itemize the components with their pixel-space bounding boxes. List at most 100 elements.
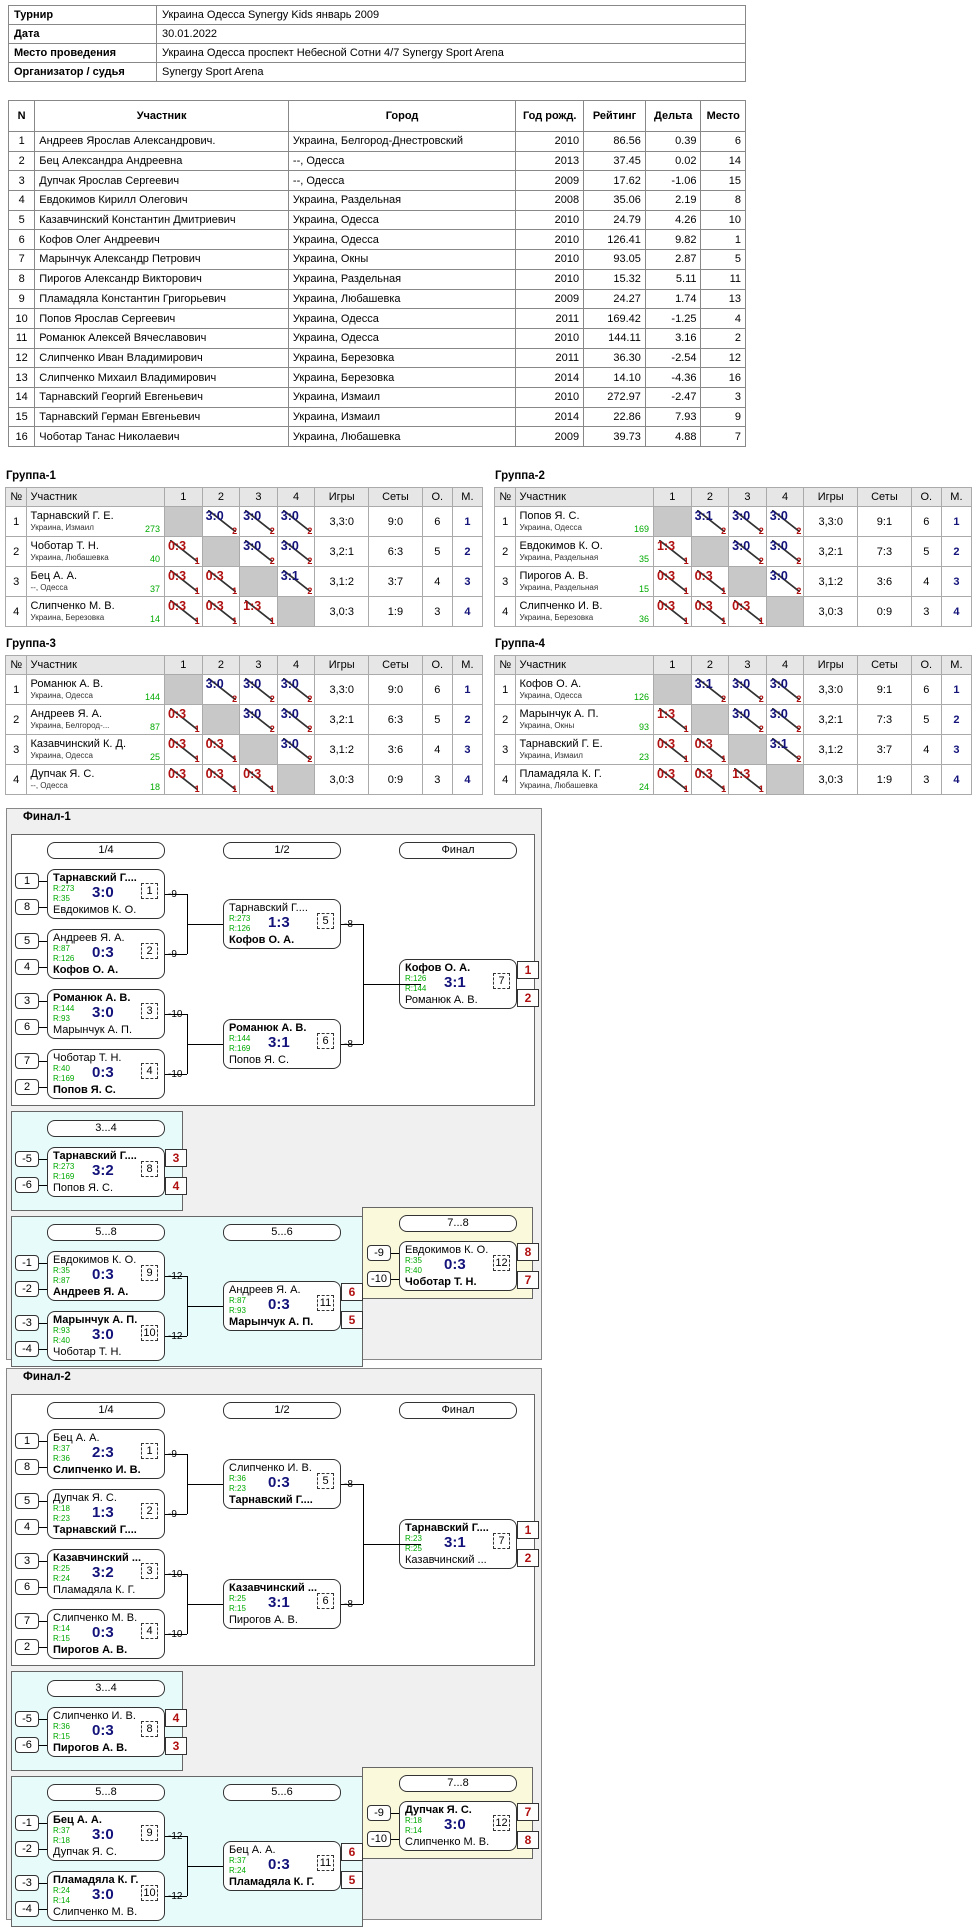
seed-1: 5	[15, 933, 39, 949]
match-box[interactable]: Романюк А. В. R:144 R:93 3:0 3 Марынчук А. П.	[47, 989, 165, 1039]
city-text: Украина, Одесса	[519, 690, 582, 700]
participant-city: Украина, Любашевка	[287, 426, 517, 447]
player-rating: 40	[149, 553, 160, 564]
participant-name: Слипченко Иван Владимирович	[34, 347, 289, 369]
match-player-2: Чоботар Т. Н.	[405, 1276, 477, 1288]
match-box[interactable]: Пламадяла К. Г. R:24 R:14 3:0 10 Слипченко М.…	[47, 1871, 165, 1921]
result-cell: 3:1 2	[765, 734, 805, 765]
match-box[interactable]: Дупчак Я. С. R:18 R:14 3:0 12 Слипченко М. В.	[399, 1801, 517, 1851]
rating-delta: -4.36	[644, 367, 702, 388]
round-header: Финал	[399, 842, 517, 859]
match-box[interactable]: Чоботар Т. Н. R:40 R:169 0:3 4 Попов Я. С.	[47, 1049, 165, 1099]
bracket-line	[165, 1514, 187, 1515]
match-box[interactable]: Бец А. А. R:37 R:18 3:0 9 Дупчак Я. С.	[47, 1811, 165, 1861]
player-cell: Слипченко И. В. Украина, Березовка 36	[515, 596, 654, 627]
self-cell	[201, 704, 241, 735]
result-cell: 0:3 1	[163, 566, 203, 597]
column-header: Участник	[26, 655, 165, 675]
info-row: Турнир Украина Одесса Synergy Kids январь…	[8, 5, 746, 25]
match-number: 12	[493, 1255, 510, 1271]
final-place: 11	[700, 268, 746, 290]
match-box[interactable]: Слипченко И. В. R:36 R:23 0:3 5 Тарнавский Г.…	[223, 1459, 341, 1509]
match-box[interactable]: Бец А. А. R:37 R:36 2:3 1 Слипченко И. В.	[47, 1429, 165, 1479]
player-1-rating: R:25	[53, 1564, 70, 1573]
match-score: 0:3	[205, 569, 224, 583]
player-city: Украина, Раздельная 35	[519, 552, 650, 564]
self-cell	[239, 734, 278, 765]
match-points: 2	[796, 754, 802, 764]
place-1: 3	[165, 1149, 187, 1167]
match-points: 2	[269, 526, 275, 536]
final-panel: Финал-2 1/4 1/2 Финал 3...4 5...8 5...6 7...8 Бе…	[6, 1368, 542, 1927]
bracket-line	[165, 1896, 187, 1897]
player-2-rating: R:144	[405, 984, 427, 993]
points: 3	[910, 764, 942, 795]
match-points: 1	[269, 784, 275, 794]
rating-delta: -1.25	[644, 308, 702, 329]
participant-name: Дупчак Ярослав Сергеевич	[34, 170, 289, 192]
result-cell: 0:3 1	[163, 536, 203, 567]
match-score: 0:3	[167, 599, 187, 613]
bracket-line	[39, 1027, 47, 1028]
rating-delta: -1.06	[644, 170, 702, 192]
bracket-line	[165, 1574, 187, 1575]
match-player-2: Марынчук А. П.	[229, 1316, 314, 1328]
participant-row: 4 Евдокимов Кирилл Олегович Украина, Разде…	[7, 190, 746, 211]
participant-name: Пламадяла Константин Григорьевич	[34, 288, 289, 310]
player-2-rating: R:40	[405, 1266, 422, 1275]
seed-1: -1	[15, 1255, 39, 1271]
match-player-1: Дупчак Я. С.	[405, 1804, 472, 1816]
participant-row: 6 Кофов Олег Андреевич Украина, Одесса 2010…	[7, 229, 746, 251]
place-1: 1	[517, 961, 539, 979]
sets: 9:1	[857, 674, 912, 705]
match-box[interactable]: Тарнавский Г.... R:273 R:35 3:0 1 Евдокимов К…	[47, 869, 165, 919]
player-1-rating: R:40	[53, 1064, 70, 1073]
match-box[interactable]: Романюк А. В. R:144 R:169 3:1 6 Попов Я. С.	[223, 1019, 341, 1069]
player-cell: Романюк А. В. Украина, Одесса 144	[26, 674, 165, 705]
match-box[interactable]: Андреев Я. А. R:87 R:126 0:3 2 Кофов О. А.	[47, 929, 165, 979]
final-place: 2	[700, 327, 746, 349]
participant-number: 12	[7, 347, 36, 369]
player-name: Попов Я. С.	[519, 509, 580, 522]
bracket-line	[39, 1061, 47, 1062]
result-cell: 3:0 2	[239, 536, 278, 567]
rating-delta: 7.93	[644, 406, 702, 428]
match-score: 0:3	[92, 1266, 114, 1283]
match-box[interactable]: Марынчук А. П. R:93 R:40 3:0 10 Чоботар Т. Н.	[47, 1311, 165, 1361]
rating-delta: 4.26	[644, 209, 702, 231]
match-box[interactable]: Евдокимов К. О. R:35 R:40 0:3 12 Чоботар Т. Н…	[399, 1241, 517, 1291]
match-box[interactable]: Тарнавский Г.... R:273 R:169 3:2 8 Попов Я. С…	[47, 1147, 165, 1197]
match-box[interactable]: Казавчинский ... R:25 R:15 3:1 6 Пирогов А. В…	[223, 1579, 341, 1629]
match-box[interactable]: Евдокимов К. О. R:35 R:87 0:3 9 Андреев Я. А.	[47, 1251, 165, 1301]
participant-row: 7 Марынчук Александр Петрович Украина, Окн…	[7, 249, 746, 270]
match-box[interactable]: Казавчинский ... R:25 R:24 3:2 3 Пламадяла К.…	[47, 1549, 165, 1599]
match-points: 2	[758, 724, 764, 734]
place-1: 1	[517, 1521, 539, 1539]
match-box[interactable]: Тарнавский Г.... R:273 R:126 1:3 5 Кофов О. А…	[223, 899, 341, 949]
column-header: №	[4, 655, 28, 675]
player-name: Чоботар Т. Н.	[30, 539, 99, 552]
bracket-line	[341, 1604, 363, 1605]
group-table: № Участник 1 2 3 4 Игры Сеты О. М. 1 Романюк А. В. У…	[4, 655, 484, 795]
player-2-rating: R:93	[53, 1014, 70, 1023]
result-cell: 0:3 1	[690, 596, 730, 627]
participant-name: Евдокимов Кирилл Олегович	[34, 190, 289, 211]
match-number: 7	[493, 1533, 510, 1549]
player-name: Слипченко М. В.	[30, 599, 115, 612]
match-box[interactable]: Бец А. А. R:37 R:24 0:3 11 Пламадяла К. Г.	[223, 1841, 341, 1891]
birth-year: 2013	[515, 150, 585, 172]
match-player-1: Казавчинский ...	[53, 1552, 142, 1564]
round-header: 1/2	[223, 842, 341, 859]
points: 5	[421, 536, 453, 567]
match-score: 3:0	[243, 707, 262, 721]
match-box[interactable]: Слипченко М. В. R:14 R:15 0:3 4 Пирогов А. В.	[47, 1609, 165, 1659]
match-box[interactable]: Андреев Я. А. R:87 R:93 0:3 11 Марынчук А. П.	[223, 1281, 341, 1331]
match-box[interactable]: Дупчак Я. С. R:18 R:23 1:3 2 Тарнавский Г....	[47, 1489, 165, 1539]
participant-row: 9 Пламадяла Константин Григорьевич Украина…	[7, 288, 746, 310]
seed-2: -6	[15, 1737, 39, 1753]
match-box[interactable]: Слипченко И. В. R:36 R:15 0:3 8 Пирогов А. В.	[47, 1707, 165, 1757]
bracket-line	[39, 1587, 47, 1588]
result-cell: 0:3 1	[652, 764, 692, 795]
participant-number: 11	[7, 327, 36, 349]
match-score: 3:1	[694, 509, 713, 523]
